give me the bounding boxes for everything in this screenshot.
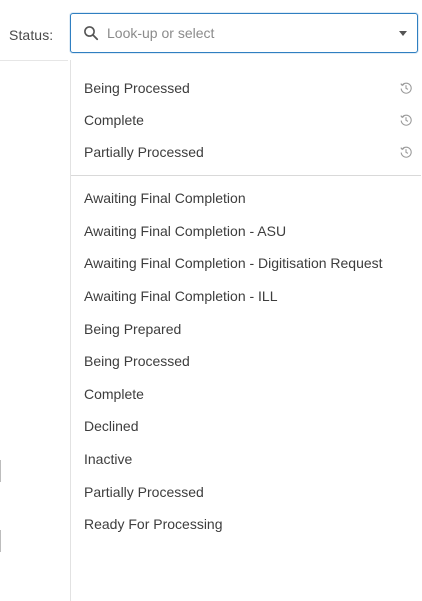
- list-item[interactable]: Declined: [71, 410, 421, 443]
- option-label: Awaiting Final Completion - ILL: [84, 288, 278, 305]
- history-icon: [400, 82, 412, 94]
- chevron-down-icon[interactable]: [399, 30, 407, 36]
- status-combobox[interactable]: [70, 13, 418, 53]
- option-label: Inactive: [84, 451, 133, 468]
- recent-option[interactable]: Being Processed: [71, 72, 421, 104]
- option-label: Partially Processed: [84, 483, 204, 500]
- history-icon: [400, 146, 412, 158]
- option-label: Ready For Processing: [84, 516, 223, 533]
- recent-options-group: Being Processed Complete Partially Proce…: [71, 60, 421, 175]
- list-item[interactable]: Awaiting Final Completion - Digitisation…: [71, 247, 421, 280]
- list-item[interactable]: Partially Processed: [71, 475, 421, 508]
- list-item[interactable]: Inactive: [71, 443, 421, 476]
- list-item[interactable]: Being Processed: [71, 345, 421, 378]
- left-panel-divider: [0, 60, 68, 61]
- recent-option[interactable]: Complete: [71, 104, 421, 136]
- history-icon: [400, 114, 412, 126]
- list-item[interactable]: Complete: [71, 378, 421, 411]
- option-label: Complete: [84, 112, 144, 128]
- status-search-input[interactable]: [105, 24, 399, 42]
- option-label: Being Processed: [84, 80, 190, 96]
- list-item[interactable]: Ready For Processing: [71, 508, 421, 541]
- option-label: Awaiting Final Completion - Digitisation…: [84, 255, 383, 272]
- option-label: Being Processed: [84, 353, 190, 370]
- status-field-label: Status:: [9, 27, 54, 43]
- option-label: Awaiting Final Completion - ASU: [84, 222, 287, 239]
- left-panel-edge: [0, 530, 1, 552]
- list-item[interactable]: Being Prepared: [71, 312, 421, 345]
- list-item[interactable]: Awaiting Final Completion: [71, 182, 421, 215]
- status-lookup-page: Status: Being Processed Complete: [0, 0, 422, 601]
- recent-option[interactable]: Partially Processed: [71, 136, 421, 168]
- list-item[interactable]: Awaiting Final Completion - ILL: [71, 280, 421, 313]
- option-label: Declined: [84, 418, 139, 435]
- option-label: Awaiting Final Completion: [84, 190, 246, 207]
- list-item[interactable]: Awaiting Final Completion - ASU: [71, 215, 421, 248]
- option-label: Being Prepared: [84, 320, 182, 337]
- search-icon: [84, 26, 99, 41]
- all-options-group: Awaiting Final Completion Awaiting Final…: [71, 176, 421, 541]
- option-label: Partially Processed: [84, 144, 204, 160]
- status-dropdown-list[interactable]: Being Processed Complete Partially Proce…: [70, 60, 421, 601]
- option-label: Complete: [84, 385, 144, 402]
- left-panel-edge: [0, 460, 1, 482]
